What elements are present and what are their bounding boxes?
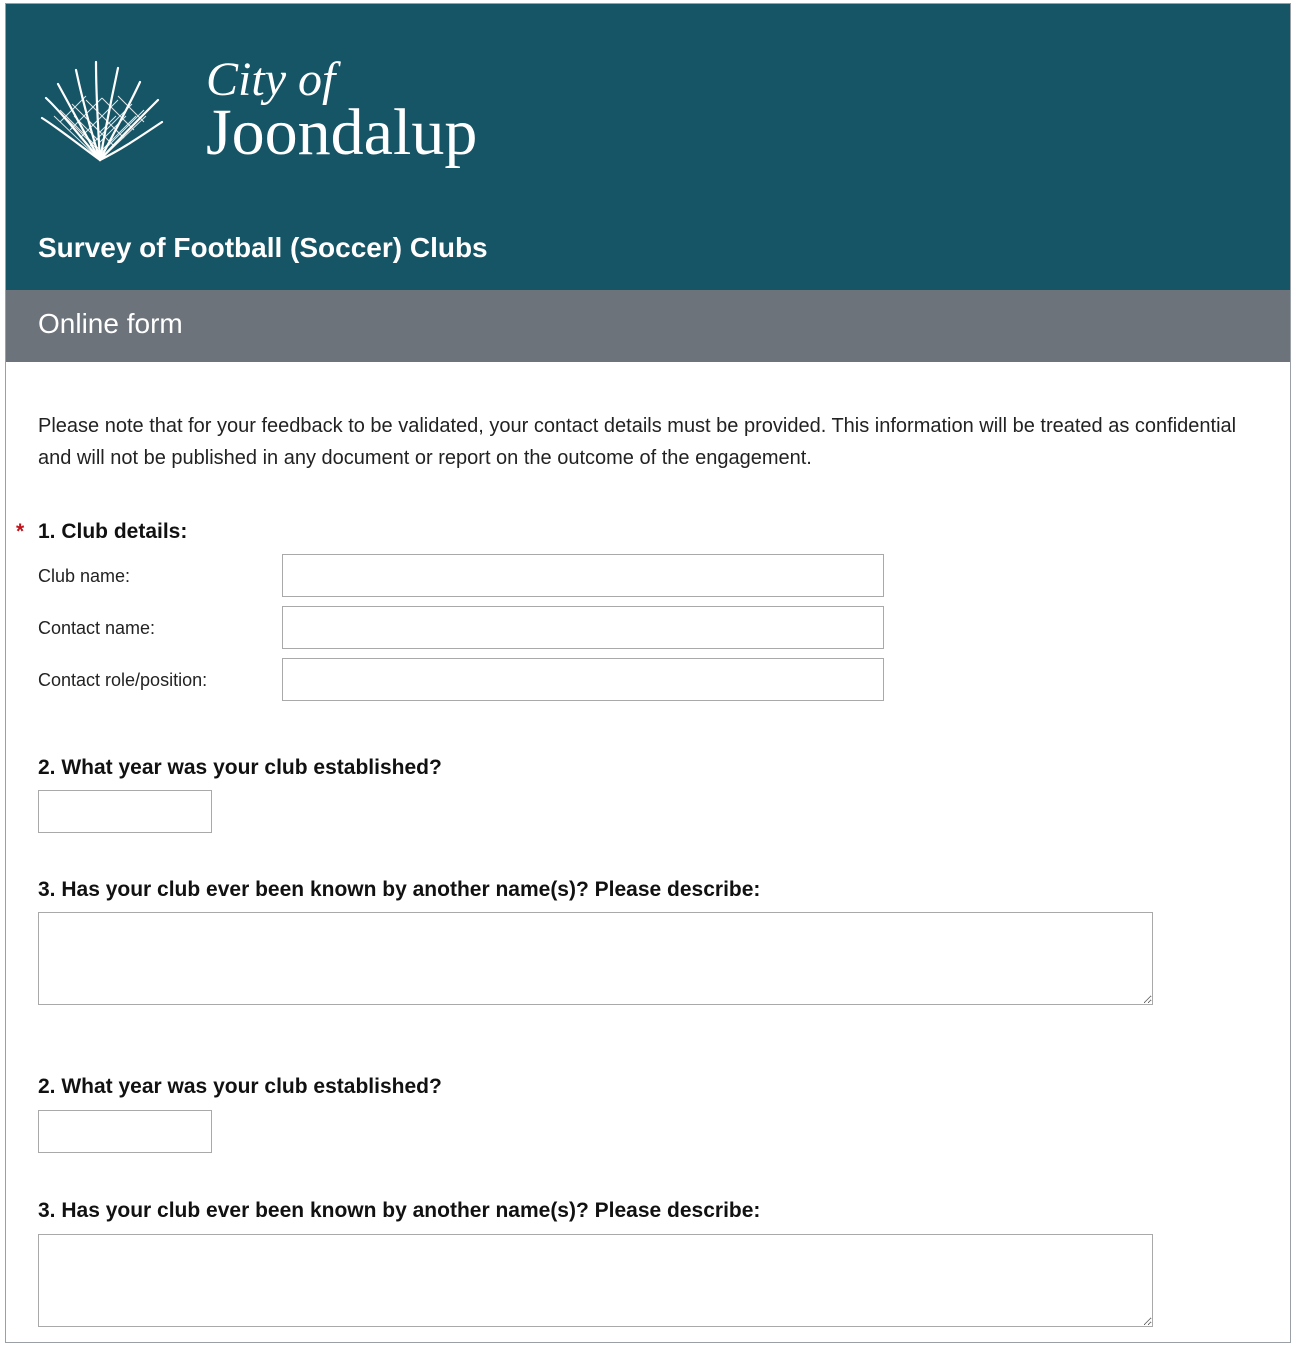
- question-1-title: * 1. Club details:: [16, 520, 188, 544]
- question-2-title: 2. What year was your club established?: [38, 756, 442, 779]
- contact-role-input[interactable]: [282, 658, 884, 701]
- contact-name-input[interactable]: [282, 606, 884, 649]
- site-header: City of Joondalup Survey of Football (So…: [6, 4, 1290, 290]
- question-1-text: 1. Club details:: [38, 520, 188, 543]
- club-name-label: Club name:: [38, 566, 131, 586]
- required-marker: *: [16, 520, 25, 543]
- form-subheader-title: Online form: [38, 308, 183, 339]
- contact-name-label: Contact name:: [38, 618, 156, 638]
- question-2-repeat-title: 2. What year was your club established?: [38, 1075, 442, 1098]
- contact-role-label: Contact role/position:: [38, 670, 208, 690]
- other-names-repeat-textarea[interactable]: [38, 1234, 1153, 1327]
- survey-title: Survey of Football (Soccer) Clubs: [38, 232, 488, 263]
- other-names-textarea[interactable]: [38, 912, 1153, 1005]
- year-established-repeat-input[interactable]: [38, 1110, 212, 1153]
- year-established-input[interactable]: [38, 790, 212, 833]
- question-3-repeat-title: 3. Has your club ever been known by anot…: [38, 1199, 761, 1222]
- logo-line-joondalup: Joondalup: [206, 96, 478, 169]
- city-of-joondalup-logo-icon: [40, 60, 164, 162]
- city-logo[interactable]: City of Joondalup: [40, 52, 477, 172]
- form-subheader: Online form: [6, 290, 1290, 362]
- page-frame: City of Joondalup Survey of Football (So…: [5, 3, 1291, 1343]
- other-names-repeat-wrapper: [38, 1234, 1153, 1327]
- club-name-input[interactable]: [282, 554, 884, 597]
- other-names-wrapper: [38, 912, 1153, 1005]
- question-3-title: 3. Has your club ever been known by anot…: [38, 878, 761, 901]
- privacy-note: Please note that for your feedback to be…: [38, 415, 1237, 469]
